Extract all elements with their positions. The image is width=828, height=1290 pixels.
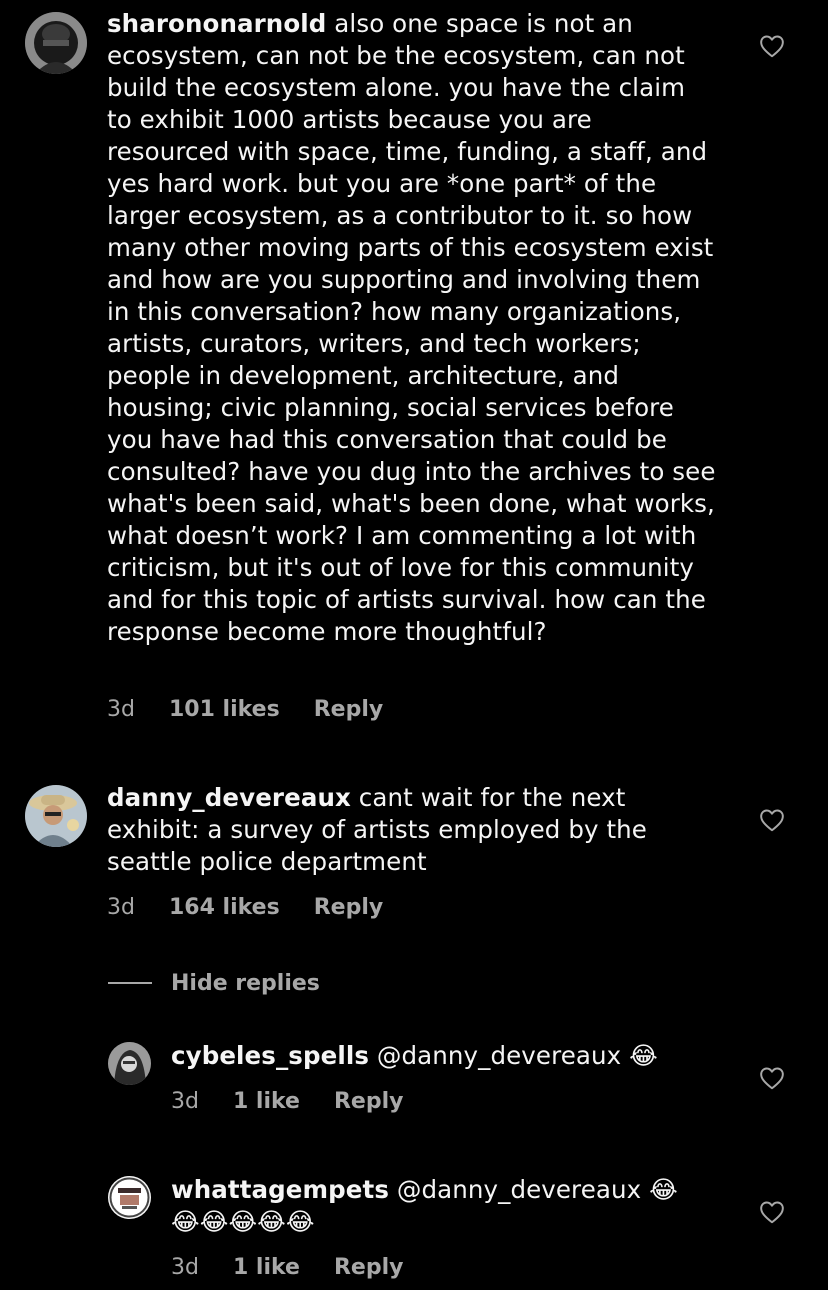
likes-count[interactable]: 1 like [233,1255,300,1280]
comment-username[interactable]: cybeles_spells [171,1041,369,1070]
avatar[interactable] [25,785,87,847]
comment-username[interactable]: sharononarnold [107,9,326,38]
likes-count[interactable]: 101 likes [169,697,280,722]
hide-replies-button[interactable]: Hide replies [108,966,320,1000]
comment-meta: 3d 101 likes Reply [107,697,383,722]
comment-meta: 3d 1 like Reply [171,1089,403,1114]
comment-meta: 3d 164 likes Reply [107,895,383,920]
avatar[interactable] [25,12,87,74]
comment-time: 3d [107,895,135,920]
comment-text: sharononarnold also one space is not an … [107,8,717,648]
heart-icon[interactable] [759,1066,785,1090]
heart-icon[interactable] [759,34,785,58]
avatar[interactable] [108,1176,151,1219]
reply-button[interactable]: Reply [314,895,384,920]
reply-button[interactable]: Reply [314,697,384,722]
avatar[interactable] [108,1042,151,1085]
comment-time: 3d [107,697,135,722]
heart-icon[interactable] [759,808,785,832]
comment-body: @danny_devereaux 😂 [369,1041,658,1070]
likes-count[interactable]: 1 like [233,1089,300,1114]
comment-meta: 3d 1 like Reply [171,1255,403,1280]
likes-count[interactable]: 164 likes [169,895,280,920]
comment-text: cybeles_spells @danny_devereaux 😂 [171,1040,711,1072]
comment-text: danny_devereaux cant wait for the next e… [107,782,697,878]
comment-time: 3d [171,1089,199,1114]
reply-button[interactable]: Reply [334,1089,404,1114]
comment-time: 3d [171,1255,199,1280]
comment-body: also one space is not an ecosystem, can … [107,9,716,646]
heart-icon[interactable] [759,1200,785,1224]
reply-button[interactable]: Reply [334,1255,404,1280]
comment-text: whattagempets @danny_devereaux 😂 😂😂😂😂😂 [171,1174,711,1238]
comment-username[interactable]: danny_devereaux [107,783,351,812]
hide-replies-label: Hide replies [171,970,320,996]
comment-username[interactable]: whattagempets [171,1175,389,1204]
replies-divider [108,982,152,984]
